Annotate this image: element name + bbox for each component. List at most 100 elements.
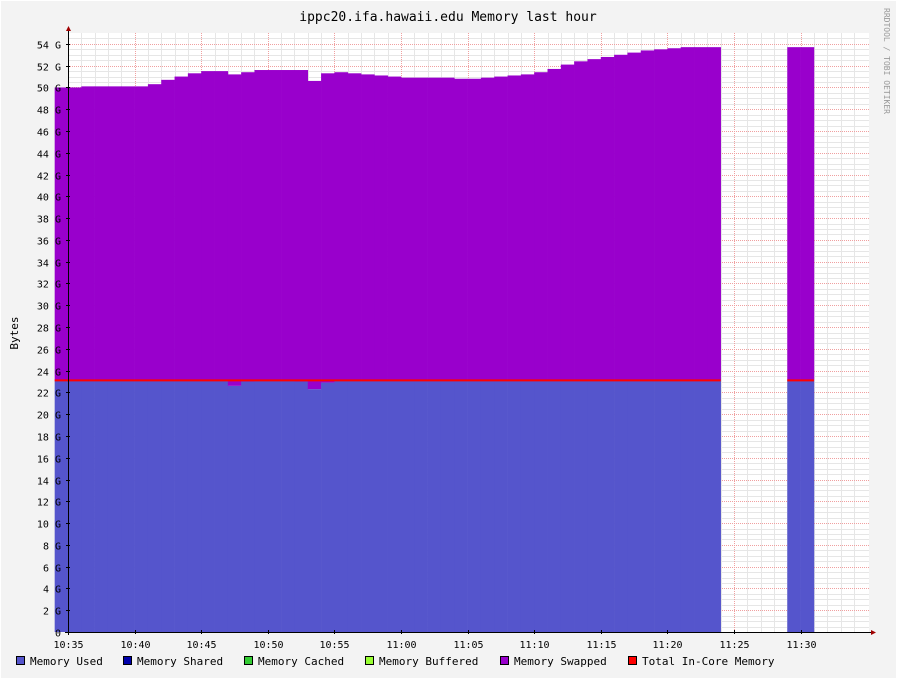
memory-swapped-mark (254, 70, 269, 381)
x-tick-label: 11:05 (453, 640, 483, 651)
memory-swapped-mark (467, 78, 482, 381)
memory-used-mark (667, 380, 682, 632)
x-tick-label: 10:50 (253, 640, 283, 651)
x-tick-label: 11:20 (652, 640, 682, 651)
memory-used-mark (574, 380, 588, 632)
memory-used-mark (640, 380, 655, 632)
y-tick-label: 44 G (37, 150, 61, 161)
memory-swapped-mark (614, 54, 628, 381)
memory-used-mark (161, 380, 175, 632)
memory-used-mark (654, 380, 668, 632)
memory-swapped-mark (600, 56, 615, 381)
memory-swapped-mark (387, 76, 402, 381)
memory-swapped-mark (107, 86, 122, 381)
memory-used-mark (374, 380, 388, 632)
memory-swapped-mark (334, 72, 349, 381)
legend-label: Total In-Core Memory (642, 655, 775, 668)
memory-used-mark (560, 380, 575, 632)
memory-used-mark (68, 380, 82, 632)
y-tick-label: 48 G (37, 106, 61, 117)
memory-swapped-mark (227, 74, 242, 386)
memory-used-mark (281, 380, 295, 632)
memory-used-mark (800, 380, 815, 632)
memory-swapped-mark (81, 86, 95, 381)
memory-used-mark (121, 380, 135, 632)
memory-swapped-mark (787, 47, 801, 381)
memory-used-mark (107, 380, 122, 632)
memory-used-mark (214, 380, 229, 632)
memory-swapped-mark (480, 77, 495, 381)
x-tick-label: 11:10 (519, 640, 549, 651)
memory-swapped-mark (347, 73, 362, 381)
memory-swapped-mark (294, 70, 309, 382)
memory-swapped-mark (374, 75, 388, 381)
memory-used-mark (614, 380, 628, 632)
memory-used-mark (307, 389, 322, 632)
y-tick-label: 10 G (37, 520, 61, 531)
memory-used-mark (440, 380, 455, 632)
memory-swapped-mark (361, 74, 375, 381)
memory-swapped-mark (507, 75, 522, 381)
x-tick-label: 11:25 (719, 640, 749, 651)
memory-swapped-mark (800, 47, 815, 381)
y-axis-label: Bytes (8, 316, 21, 349)
memory-used-mark (134, 380, 149, 632)
memory-used-mark (227, 385, 242, 632)
y-tick-label: 54 G (37, 41, 61, 52)
y-tick-label: 40 G (37, 193, 61, 204)
x-tick-label: 10:55 (319, 640, 349, 651)
memory-used-mark (627, 380, 642, 632)
legend-label: Memory Buffered (379, 655, 478, 668)
y-tick-label: 6 G (43, 564, 61, 575)
y-tick-label: 46 G (37, 128, 61, 139)
memory-used-mark (361, 380, 375, 632)
legend-label: Memory Shared (137, 655, 223, 668)
memory-used-mark (454, 380, 468, 632)
y-tick-label: 22 G (37, 389, 61, 400)
y-tick-label: 34 G (37, 259, 61, 270)
memory-swapped-mark (307, 80, 322, 390)
y-tick-label: 12 G (37, 498, 61, 509)
memory-swapped-mark (94, 86, 109, 381)
memory-used-mark (147, 380, 162, 632)
memory-swapped-mark (454, 78, 468, 381)
memory-swapped-mark (187, 73, 202, 381)
y-tick-label: 4 G (43, 585, 61, 596)
legend-swatch (16, 656, 25, 665)
memory-swapped-mark (587, 59, 602, 381)
memory-used-mark (587, 380, 602, 632)
memory-swapped-mark (707, 47, 721, 381)
y-tick-label: 16 G (37, 455, 61, 466)
legend-swatch (244, 656, 253, 665)
memory-used-mark (707, 380, 721, 632)
memory-swapped-mark (401, 77, 415, 381)
legend-swatch (500, 656, 509, 665)
memory-swapped-mark (654, 49, 668, 381)
memory-swapped-mark (134, 86, 149, 381)
memory-swapped-mark (414, 77, 428, 381)
memory-used-mark (201, 380, 215, 632)
memory-swapped-mark (547, 68, 562, 381)
memory-swapped-mark (321, 73, 335, 383)
memory-used-mark (174, 380, 189, 632)
memory-swapped-mark (640, 50, 655, 381)
memory-swapped-mark (440, 77, 455, 381)
rrdtool-watermark: RRDTOOL / TOBI OETIKER (882, 8, 891, 114)
memory-swapped-mark (68, 87, 82, 381)
memory-used-mark (387, 380, 402, 632)
y-tick-label: 0 (55, 629, 61, 640)
memory-swapped-mark (281, 70, 295, 381)
memory-used-mark (600, 380, 615, 632)
memory-swapped-mark (627, 52, 642, 381)
memory-used-mark (534, 380, 548, 632)
memory-swapped-mark (201, 71, 215, 381)
y-tick-label: 18 G (37, 433, 61, 444)
memory-used-mark (520, 380, 535, 632)
memory-used-mark (680, 380, 695, 632)
memory-used-mark (187, 380, 202, 632)
memory-used-mark (427, 380, 442, 632)
y-tick-label: 26 G (37, 346, 61, 357)
memory-swapped-mark (121, 86, 135, 381)
memory-swapped-mark (427, 77, 442, 381)
legend-label: Memory Used (30, 655, 103, 668)
